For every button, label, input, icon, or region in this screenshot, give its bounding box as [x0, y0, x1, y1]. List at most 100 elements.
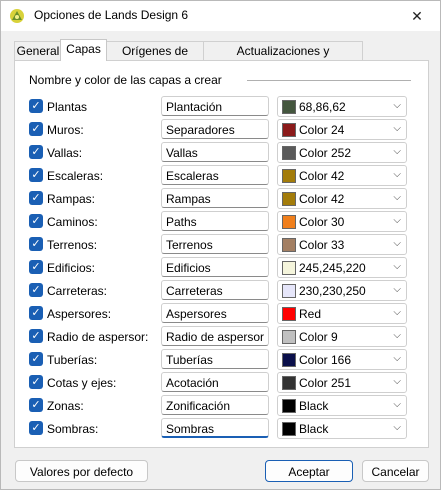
- layer-name-input[interactable]: Plantación: [161, 96, 269, 116]
- chevron-down-icon: ⌵: [393, 422, 401, 433]
- color-select[interactable]: Color 30 ⌵: [277, 211, 407, 232]
- layer-label: Plantas: [47, 100, 88, 114]
- layer-name-input[interactable]: Carreteras: [161, 280, 269, 300]
- layer-label: Zonas:: [47, 399, 84, 413]
- color-swatch: [282, 422, 296, 436]
- chevron-down-icon: ⌵: [393, 215, 401, 226]
- layer-label: Cotas y ejes:: [47, 376, 117, 390]
- layer-row-terrenos: ✓ Terrenos: Terrenos Color 33 ⌵: [15, 234, 428, 256]
- chevron-down-icon: ⌵: [393, 399, 401, 410]
- color-select[interactable]: Color 252 ⌵: [277, 142, 407, 163]
- layer-row-vallas: ✓ Vallas: Vallas Color 252 ⌵: [15, 142, 428, 164]
- close-button[interactable]: ✕: [394, 1, 440, 31]
- color-select[interactable]: Black ⌵: [277, 418, 407, 439]
- checkbox-sombras[interactable]: ✓: [29, 421, 43, 435]
- checkbox-tuberias[interactable]: ✓: [29, 352, 43, 366]
- color-select[interactable]: Color 42 ⌵: [277, 188, 407, 209]
- layer-row-edificios: ✓ Edificios: Edificios 245,245,220 ⌵: [15, 257, 428, 279]
- layer-name-input[interactable]: Separadores: [161, 119, 269, 139]
- layer-label: Sombras:: [47, 422, 99, 436]
- layer-label: Tuberías:: [47, 353, 98, 367]
- color-select[interactable]: Color 166 ⌵: [277, 349, 407, 370]
- layer-name-input[interactable]: Rampas: [161, 188, 269, 208]
- chevron-down-icon: ⌵: [393, 100, 401, 111]
- color-value: Black: [299, 399, 329, 413]
- layer-label: Vallas:: [47, 146, 83, 160]
- color-swatch: [282, 215, 296, 229]
- chevron-down-icon: ⌵: [393, 307, 401, 318]
- color-select[interactable]: Color 24 ⌵: [277, 119, 407, 140]
- layer-name-input[interactable]: Zonificación: [161, 395, 269, 415]
- layer-row-zonas: ✓ Zonas: Zonificación Black ⌵: [15, 395, 428, 417]
- group-divider: [247, 80, 411, 81]
- checkbox-carreteras[interactable]: ✓: [29, 283, 43, 297]
- color-swatch: [282, 192, 296, 206]
- accept-button[interactable]: Aceptar: [265, 460, 353, 482]
- checkbox-muros[interactable]: ✓: [29, 122, 43, 136]
- layer-name-input[interactable]: Sombras: [161, 418, 269, 438]
- checkbox-cotas-ejes[interactable]: ✓: [29, 375, 43, 389]
- layer-row-plantas: ✓ Plantas Plantación 68,86,62 ⌵: [15, 96, 428, 118]
- color-swatch: [282, 284, 296, 298]
- layer-row-rampas: ✓ Rampas: Rampas Color 42 ⌵: [15, 188, 428, 210]
- checkbox-edificios[interactable]: ✓: [29, 260, 43, 274]
- color-swatch: [282, 169, 296, 183]
- layer-name-input[interactable]: Acotación: [161, 372, 269, 392]
- checkbox-escaleras[interactable]: ✓: [29, 168, 43, 182]
- tab-capas[interactable]: Capas: [60, 39, 107, 61]
- tab-origenes-de-datos[interactable]: Orígenes de datos: [105, 41, 205, 76]
- color-select[interactable]: 230,230,250 ⌵: [277, 280, 407, 301]
- layers-panel: Nombre y color de las capas a crear ✓ Pl…: [14, 60, 429, 448]
- tab-actualizaciones[interactable]: Actualizaciones y estadísticas: [203, 41, 363, 76]
- checkbox-zonas[interactable]: ✓: [29, 398, 43, 412]
- color-select[interactable]: Color 33 ⌵: [277, 234, 407, 255]
- color-value: 230,230,250: [299, 284, 366, 298]
- group-label: Nombre y color de las capas a crear: [29, 73, 222, 87]
- checkbox-rampas[interactable]: ✓: [29, 191, 43, 205]
- color-swatch: [282, 100, 296, 114]
- chevron-down-icon: ⌵: [393, 261, 401, 272]
- color-value: Color 9: [299, 330, 338, 344]
- layer-label: Escaleras:: [47, 169, 104, 183]
- checkbox-radio-aspersor[interactable]: ✓: [29, 329, 43, 343]
- layer-label: Caminos:: [47, 215, 98, 229]
- layer-name-input[interactable]: Paths: [161, 211, 269, 231]
- color-select[interactable]: 245,245,220 ⌵: [277, 257, 407, 278]
- defaults-button[interactable]: Valores por defecto: [15, 460, 148, 482]
- layer-name-input[interactable]: Tuberías: [161, 349, 269, 369]
- layer-name-input[interactable]: Aspersores: [161, 303, 269, 323]
- tab-general[interactable]: General: [14, 41, 62, 60]
- color-swatch: [282, 330, 296, 344]
- color-select[interactable]: Black ⌵: [277, 395, 407, 416]
- chevron-down-icon: ⌵: [393, 192, 401, 203]
- checkbox-vallas[interactable]: ✓: [29, 145, 43, 159]
- color-swatch: [282, 307, 296, 321]
- layer-row-tuberias: ✓ Tuberías: Tuberías Color 166 ⌵: [15, 349, 428, 371]
- checkbox-caminos[interactable]: ✓: [29, 214, 43, 228]
- color-select[interactable]: Color 251 ⌵: [277, 372, 407, 393]
- color-value: 245,245,220: [299, 261, 366, 275]
- layer-name-input[interactable]: Terrenos: [161, 234, 269, 254]
- color-select[interactable]: Color 42 ⌵: [277, 165, 407, 186]
- title-bar: Opciones de Lands Design 6 ✕: [1, 1, 440, 31]
- layer-label: Aspersores:: [47, 307, 112, 321]
- checkbox-aspersores[interactable]: ✓: [29, 306, 43, 320]
- color-value: Color 166: [299, 353, 352, 367]
- color-select[interactable]: Color 9 ⌵: [277, 326, 407, 347]
- layer-row-aspersores: ✓ Aspersores: Aspersores Red ⌵: [15, 303, 428, 325]
- options-dialog: Opciones de Lands Design 6 ✕ General Cap…: [0, 0, 441, 490]
- layer-label: Radio de aspersor:: [47, 330, 149, 344]
- checkbox-terrenos[interactable]: ✓: [29, 237, 43, 251]
- color-value: Color 252: [299, 146, 352, 160]
- cancel-button[interactable]: Cancelar: [362, 460, 429, 482]
- layer-name-input[interactable]: Escaleras: [161, 165, 269, 185]
- layer-name-input[interactable]: Radio de aspersor: [161, 326, 269, 346]
- layer-name-input[interactable]: Vallas: [161, 142, 269, 162]
- chevron-down-icon: ⌵: [393, 330, 401, 341]
- color-select[interactable]: Red ⌵: [277, 303, 407, 324]
- layer-row-escaleras: ✓ Escaleras: Escaleras Color 42 ⌵: [15, 165, 428, 187]
- color-select[interactable]: 68,86,62 ⌵: [277, 96, 407, 117]
- checkbox-plantas[interactable]: ✓: [29, 99, 43, 113]
- layer-name-input[interactable]: Edificios: [161, 257, 269, 277]
- chevron-down-icon: ⌵: [393, 123, 401, 134]
